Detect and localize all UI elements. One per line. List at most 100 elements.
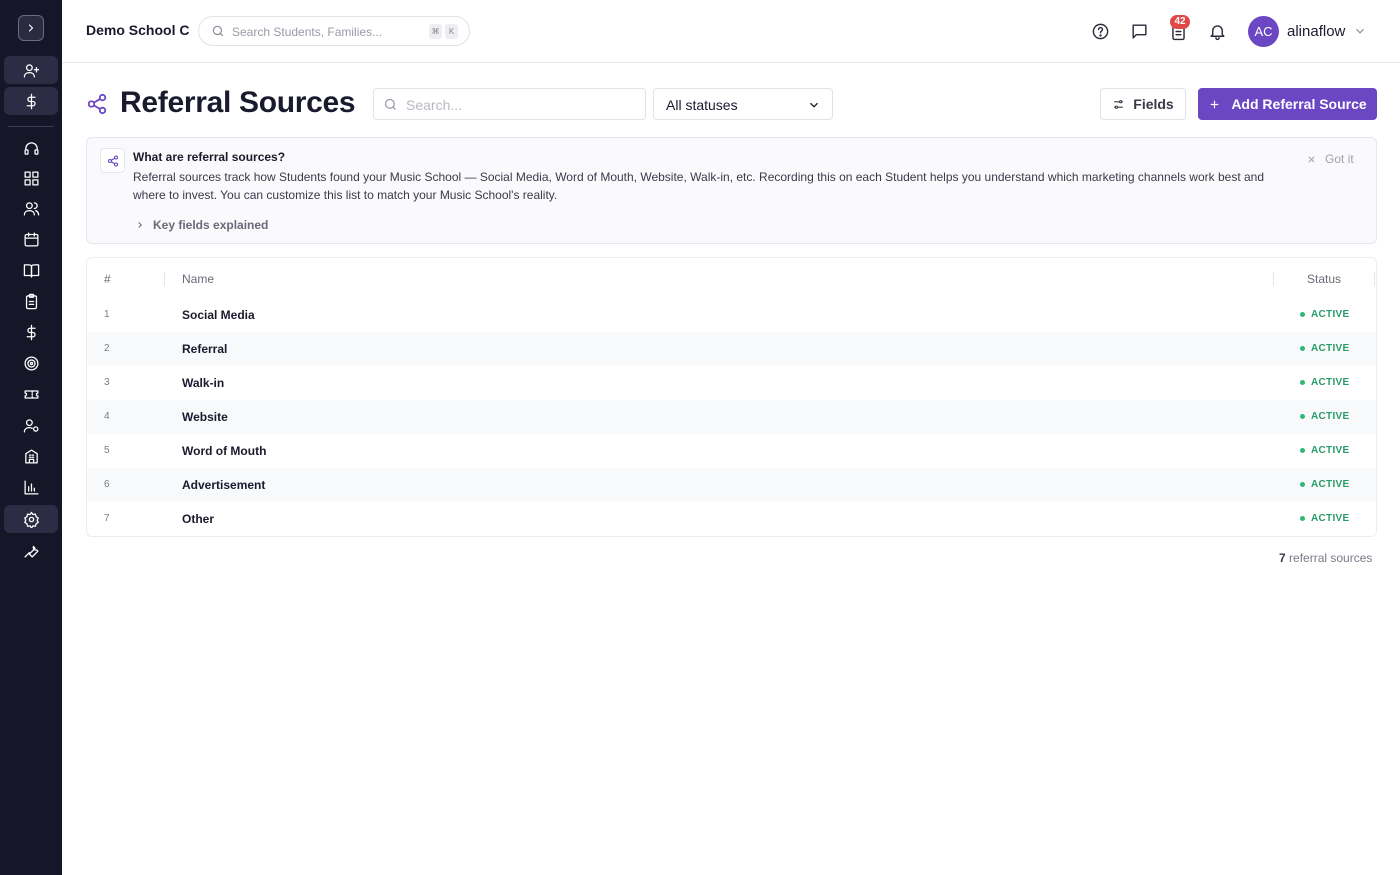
info-body: Referral sources track how Students foun… — [133, 170, 1265, 202]
table-header: # Name Status — [87, 258, 1376, 298]
status-filter-value: All statuses — [666, 97, 738, 113]
sidebar-item-calendar[interactable] — [4, 225, 58, 253]
user-settings-icon — [23, 418, 39, 433]
fields-button[interactable]: Fields — [1100, 88, 1186, 120]
help-button[interactable] — [1089, 20, 1111, 42]
sidebar-item-goals[interactable] — [4, 349, 58, 377]
status-label: ACTIVE — [1311, 479, 1350, 490]
status-badge: ACTIVE — [1300, 343, 1349, 354]
row-name[interactable]: Advertisement — [182, 478, 265, 492]
status-dot — [1300, 516, 1305, 521]
status-dot — [1300, 448, 1305, 453]
sidebar-divider — [8, 126, 54, 127]
sidebar-item-dashboard[interactable] — [4, 164, 58, 192]
status-label: ACTIVE — [1311, 377, 1350, 388]
sidebar-item-reports[interactable] — [4, 473, 58, 501]
column-header-name[interactable]: Name — [182, 272, 214, 286]
target-icon — [23, 355, 39, 371]
got-it-label: Got it — [1325, 152, 1354, 166]
global-search-input[interactable]: Search Students, Families... ⌘ K — [198, 16, 470, 46]
sidebar-item-students[interactable] — [4, 194, 58, 222]
sidebar-item-tasks[interactable] — [4, 287, 58, 315]
chevron-right-icon — [138, 222, 142, 228]
bell-icon — [1209, 24, 1225, 40]
row-number: 5 — [104, 445, 110, 456]
status-filter-select[interactable]: All statuses — [653, 88, 833, 120]
row-name[interactable]: Walk-in — [182, 376, 224, 390]
status-label: ACTIVE — [1311, 513, 1350, 524]
status-badge: ACTIVE — [1300, 309, 1349, 320]
sidebar-item-passes[interactable] — [4, 380, 58, 408]
table-row[interactable]: 3 Walk-in ACTIVE — [87, 366, 1376, 400]
record-count-label: referral sources — [1289, 551, 1373, 565]
record-count: 7 referral sources — [1279, 551, 1372, 565]
sidebar-toggle-button[interactable] — [18, 15, 44, 41]
shortcut-mod-key: ⌘ — [429, 24, 442, 39]
sidebar-item-finance[interactable] — [4, 318, 58, 346]
sidebar-item-courses[interactable] — [4, 256, 58, 284]
messages-button[interactable] — [1128, 20, 1150, 42]
list-search-input[interactable]: Search... — [373, 88, 646, 120]
add-user-icon — [23, 63, 39, 78]
plus-icon — [1211, 100, 1219, 108]
status-dot — [1300, 380, 1305, 385]
column-separator[interactable] — [1374, 272, 1375, 286]
add-referral-source-button[interactable]: Add Referral Source — [1198, 88, 1377, 120]
status-label: ACTIVE — [1311, 411, 1350, 422]
row-name[interactable]: Social Media — [182, 308, 255, 322]
table-row[interactable]: 5 Word of Mouth ACTIVE — [87, 434, 1376, 468]
row-name[interactable]: Other — [182, 512, 214, 526]
column-separator[interactable] — [1273, 272, 1274, 286]
avatar[interactable]: AC — [1248, 16, 1279, 47]
row-number: 3 — [104, 377, 110, 388]
dollar-icon — [26, 93, 36, 109]
row-number: 7 — [104, 513, 110, 524]
status-label: ACTIVE — [1311, 309, 1350, 320]
table-row[interactable]: 2 Referral ACTIVE — [87, 332, 1376, 366]
share-icon — [87, 93, 107, 115]
row-number: 2 — [104, 343, 110, 354]
headset-icon — [23, 141, 39, 155]
status-badge: ACTIVE — [1300, 411, 1349, 422]
sidebar-item-tools[interactable] — [4, 536, 58, 564]
sidebar-item-locations[interactable] — [4, 442, 58, 470]
chevron-down-icon[interactable] — [1353, 24, 1367, 38]
building-icon — [24, 448, 38, 464]
search-icon — [384, 98, 396, 110]
row-name[interactable]: Word of Mouth — [182, 444, 266, 458]
dollar-icon — [26, 324, 36, 340]
key-fields-toggle[interactable]: Key fields explained — [135, 218, 268, 232]
row-number: 1 — [104, 309, 110, 320]
record-count-number: 7 — [1279, 551, 1286, 565]
sidebar — [0, 0, 62, 875]
sidebar-item-staff[interactable] — [4, 411, 58, 439]
shortcut-k-key: K — [445, 24, 458, 39]
column-separator[interactable] — [164, 272, 165, 286]
sidebar-item-billing[interactable] — [4, 87, 58, 115]
list-search-placeholder: Search... — [406, 97, 463, 113]
table-row[interactable]: 1 Social Media ACTIVE — [87, 298, 1376, 332]
status-label: ACTIVE — [1311, 445, 1350, 456]
sidebar-item-support[interactable] — [4, 134, 58, 162]
sidebar-item-settings[interactable] — [4, 505, 58, 533]
row-name[interactable]: Referral — [182, 342, 227, 356]
table-row[interactable]: 7 Other ACTIVE — [87, 502, 1376, 536]
topbar: Demo School C Search Students, Families.… — [62, 0, 1400, 63]
status-dot — [1300, 312, 1305, 317]
user-name[interactable]: alinaflow — [1287, 23, 1345, 40]
share-icon — [107, 154, 118, 167]
notifications-button[interactable] — [1206, 20, 1228, 42]
users-icon — [23, 201, 39, 216]
add-button-label: Add Referral Source — [1231, 96, 1367, 112]
table-row[interactable]: 6 Advertisement ACTIVE — [87, 468, 1376, 502]
got-it-button[interactable]: Got it — [1307, 152, 1354, 166]
school-name[interactable]: Demo School C — [86, 22, 189, 38]
column-header-number[interactable]: # — [104, 272, 111, 286]
status-dot — [1300, 414, 1305, 419]
row-name[interactable]: Website — [182, 410, 228, 424]
sidebar-item-add-user[interactable] — [4, 56, 58, 84]
column-header-status[interactable]: Status — [1307, 272, 1341, 286]
gear-icon — [23, 511, 39, 528]
search-icon — [212, 25, 224, 37]
table-row[interactable]: 4 Website ACTIVE — [87, 400, 1376, 434]
